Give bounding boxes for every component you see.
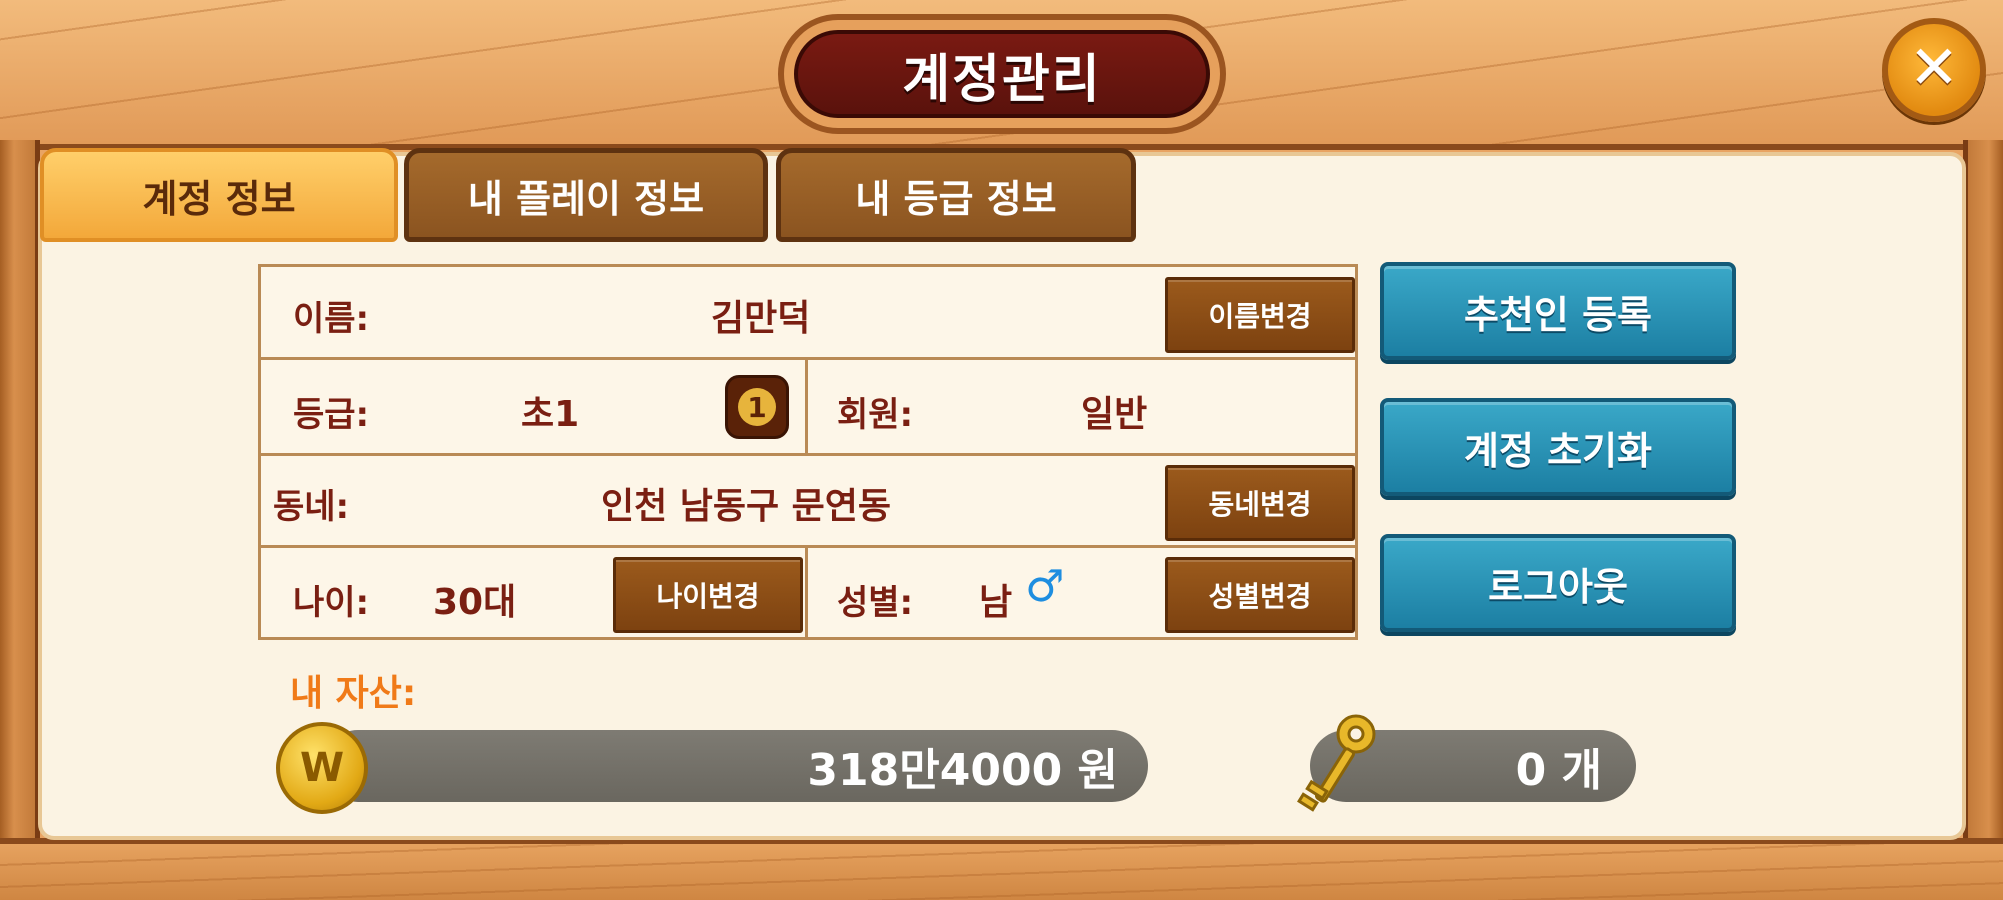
coin-icon: W	[276, 722, 368, 814]
town-label: 동네:	[273, 487, 350, 527]
wood-frame-bottom	[0, 838, 2003, 900]
change-name-button[interactable]: 이름변경	[1165, 277, 1355, 353]
wood-frame-right	[1963, 140, 2003, 860]
grade-badge-number: 1	[738, 388, 776, 426]
tab-play-info[interactable]: 내 플레이 정보	[404, 148, 768, 242]
close-button[interactable]: ✕	[1882, 18, 1986, 122]
name-label: 이름:	[293, 299, 370, 339]
change-age-button[interactable]: 나이변경	[613, 557, 803, 633]
age-value: 30대	[433, 582, 517, 623]
key-amount: 0 개	[1515, 745, 1602, 796]
register-referrer-button[interactable]: 추천인 등록	[1380, 262, 1736, 360]
grade-label: 등급:	[293, 395, 370, 435]
row-divider	[261, 357, 1355, 360]
member-value: 일반	[1081, 394, 1148, 435]
column-divider	[805, 357, 808, 453]
gender-label: 성별:	[837, 583, 914, 623]
page-title: 계정관리	[794, 30, 1210, 118]
tab-account-info[interactable]: 계정 정보	[40, 148, 398, 242]
name-value: 김만덕	[711, 298, 811, 339]
change-gender-button[interactable]: 성별변경	[1165, 557, 1355, 633]
close-icon: ✕	[1908, 33, 1960, 103]
coin-balance-bar: 318만4000 원	[322, 730, 1148, 802]
row-divider	[261, 453, 1355, 456]
wood-frame-left	[0, 140, 40, 860]
title-plaque: 계정관리	[778, 14, 1226, 134]
age-label: 나이:	[293, 583, 370, 623]
member-label: 회원:	[837, 395, 914, 435]
town-value: 인천 남동구 문연동	[601, 486, 892, 527]
grade-value: 초1	[521, 394, 580, 435]
change-town-button[interactable]: 동네변경	[1165, 465, 1355, 541]
column-divider	[805, 545, 808, 640]
logout-button[interactable]: 로그아웃	[1380, 534, 1736, 632]
grade-badge-icon: 1	[725, 375, 789, 439]
key-icon	[1297, 714, 1376, 812]
reset-account-button[interactable]: 계정 초기화	[1380, 398, 1736, 496]
tab-grade-info[interactable]: 내 등급 정보	[776, 148, 1136, 242]
coin-amount: 318만4000 원	[807, 745, 1118, 796]
male-icon: ♂	[1025, 561, 1065, 612]
gender-value: 남	[979, 582, 1013, 623]
account-info-table: 이름: 김만덕 이름변경 등급: 초1 1 회원: 일반 동네: 인천 남동구 …	[258, 264, 1358, 640]
row-divider	[261, 545, 1355, 548]
assets-label: 내 자산:	[290, 673, 417, 714]
